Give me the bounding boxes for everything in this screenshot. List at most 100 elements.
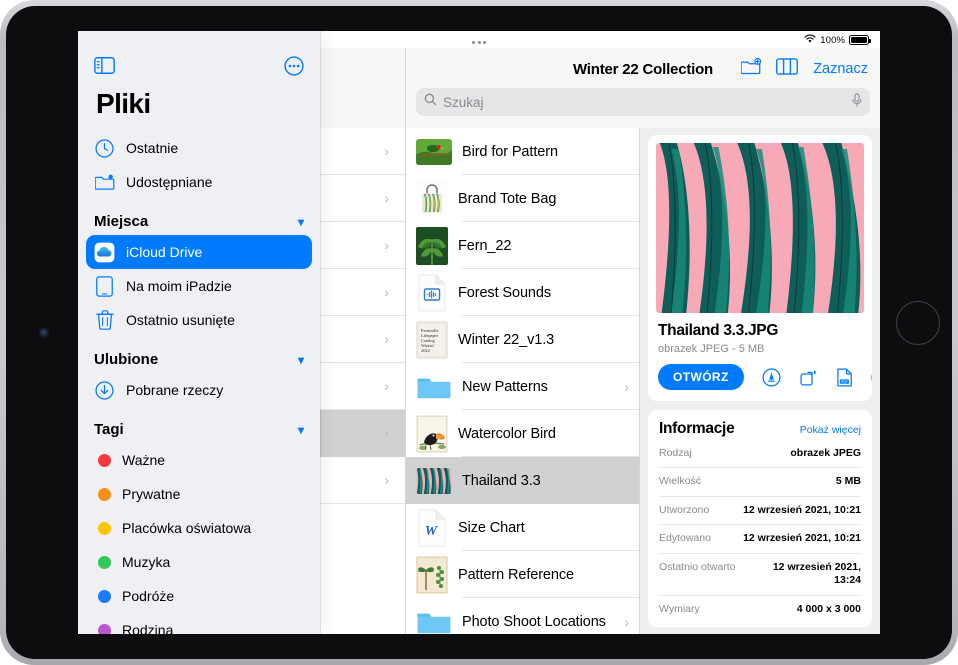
chevron-down-icon[interactable]: ▾ [298,353,304,367]
clock-icon [94,138,115,159]
search-input[interactable]: Szukaj [443,95,846,110]
column-view-icon[interactable] [776,58,799,80]
chevron-right-icon: › [384,472,389,488]
select-button[interactable]: Zaznacz [813,61,868,77]
info-row: Edytowano 12 wrzesień 2021, 10:21 [659,524,861,552]
sidebar-item-recents[interactable]: Ostatnie [86,131,312,165]
sidebar-toolbar [78,48,320,88]
info-value: obrazek JPEG [790,447,861,459]
tag-dot-icon [98,487,111,501]
info-row: Utworzono 12 wrzesień 2021, 10:21 [659,495,861,524]
chevron-right-icon: › [384,425,389,441]
file-name: Watercolor Bird [458,425,556,442]
sidebar-scroll[interactable]: Ostatnie Udostępniane Miejsca ▾ iCloud Driv… [78,131,320,634]
sidebar-item-wa-ne[interactable]: Ważne [86,443,312,477]
pdf-icon[interactable]: PDF [836,367,853,387]
more-circle-icon[interactable] [871,367,872,387]
front-camera-icon [40,329,48,337]
file-list[interactable]: Bird for Pattern Brand Tote Bag Fern_22 For… [406,128,640,634]
sidebar-section-header[interactable]: Tagi ▾ [94,421,304,438]
sidebar-item-plac-wka-o-wiatowa[interactable]: Placówka oświatowa [86,511,312,545]
sidebar-section-title: Ulubione [94,351,159,368]
sidebar-section-header[interactable]: Ulubione ▾ [94,351,304,368]
info-value: 5 MB [835,475,861,488]
sidebar-item-prywatne[interactable]: Prywatne [86,477,312,511]
file-name: Forest Sounds [458,284,551,301]
tag-dot-icon [98,623,111,634]
file-list-item[interactable]: Forest Sounds [406,269,639,316]
chevron-down-icon[interactable]: ▾ [298,215,304,229]
file-list-item[interactable]: Fern_22 [406,222,639,269]
home-button[interactable] [896,301,940,345]
file-name: New Patterns [462,378,548,395]
svg-text:PDF: PDF [841,379,848,383]
file-preview-image[interactable] [656,143,864,313]
status-bar-right: 100% [804,34,871,47]
sidebar-item-label: Na moim iPadzie [126,278,232,294]
sidebar-item-pobrane-rzeczy[interactable]: Pobrane rzeczy [86,373,312,407]
chevron-right-icon: › [384,331,389,347]
chevron-right-icon: › [384,378,389,394]
file-list-item[interactable]: New Patterns › [406,363,639,410]
info-value: 4 000 x 3 000 [796,602,861,615]
file-name: Bird for Pattern [462,143,558,160]
sidebar-section-title: Miejsca [94,213,149,230]
info-header: Informacje Pokaż więcej [659,420,861,438]
preview-card: Thailand 3.3.JPG obrazek JPEG - 5 MB OTW… [648,135,872,401]
nav-actions: Zaznacz [740,53,868,85]
chevron-right-icon: › [384,284,389,300]
markup-icon[interactable] [762,367,781,387]
file-name: Fern_22 [458,237,512,254]
sidebar-item-ostatnio-usuni-te[interactable]: Ostatnio usunięte [86,303,312,337]
open-button[interactable]: OTWÓRZ [658,364,744,390]
info-key: Rodzaj [659,447,692,459]
tag-dot-icon [98,589,111,603]
info-key: Ostatnio otwarto [659,560,736,573]
info-value: 12 wrzesień 2021, 10:21 [743,503,861,516]
sidebar-item-label: Prywatne [122,486,181,502]
show-more-link[interactable]: Pokaż więcej [800,424,861,436]
sidebar-item-icloud-drive[interactable]: iCloud Drive [86,235,312,269]
sidebar-item-label: Muzyka [122,554,171,570]
trash-icon [94,310,115,331]
info-key: Edytowano [659,532,711,545]
file-name: Photo Shoot Locations [462,613,606,630]
file-list-item[interactable]: Bird for Pattern [406,128,639,175]
sidebar-item-label: Ostatnio usunięte [126,312,235,328]
file-name: Pattern Reference [458,566,574,583]
chevron-right-icon: › [384,237,389,253]
file-list-item[interactable]: Photo Shoot Locations › [406,598,639,634]
more-circle-icon[interactable] [284,55,304,81]
sidebar-item-shared[interactable]: Udostępniane [86,165,312,199]
tag-dot-icon [98,555,111,569]
file-list-item[interactable]: Brand Tote Bag [406,175,639,222]
info-key: Utworzono [659,503,710,516]
search-bar[interactable]: Szukaj [416,88,870,116]
sidebar-item-podr-e[interactable]: Podróże [86,579,312,613]
icloud-icon [94,242,115,263]
file-list-item[interactable]: W Size Chart [406,504,639,551]
sidebar-item-rodzina[interactable]: Rodzina [86,613,312,634]
sidebar-toggle-icon[interactable] [94,57,115,79]
sidebar-item-label: iCloud Drive [126,244,203,260]
sidebar-item-na-moim-ipadzie[interactable]: Na moim iPadzie [86,269,312,303]
file-name: Brand Tote Bag [458,190,557,207]
new-folder-icon[interactable] [740,57,762,80]
file-list-item[interactable]: Pattern Reference [406,551,639,598]
sidebar-item-label: Podróże [122,588,175,604]
file-name: Thailand 3.3 [462,472,541,489]
file-name: Size Chart [458,519,525,536]
rotate-icon[interactable] [799,367,818,387]
chevron-down-icon[interactable]: ▾ [298,423,304,437]
sidebar: Pliki Ostatnie Udostępniane Miejsca ▾ iClou… [78,31,320,634]
ipad-icon [94,275,115,297]
file-list-item[interactable]: Fernwalls Lifepaper Catalog Winter/2022 Wint… [406,316,639,363]
sidebar-item-muzyka[interactable]: Muzyka [86,545,312,579]
info-row: Wielkość 5 MB [659,467,861,495]
search-icon [424,93,437,111]
file-list-item[interactable]: Watercolor Bird [406,410,639,457]
preview-file-meta: obrazek JPEG - 5 MB [658,343,765,355]
microphone-icon[interactable] [852,92,862,112]
sidebar-section-header[interactable]: Miejsca ▾ [94,213,304,230]
file-list-item[interactable]: Thailand 3.3 [406,457,639,504]
